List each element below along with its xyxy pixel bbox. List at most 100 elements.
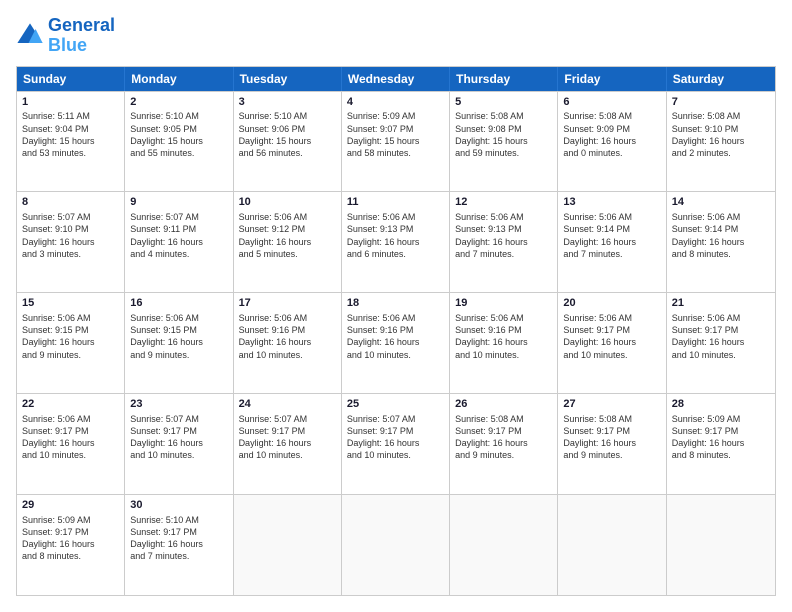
day-info-line: Sunset: 9:16 PM (239, 324, 336, 336)
day-info-line: Sunset: 9:11 PM (130, 223, 227, 235)
day-info-line: and 7 minutes. (563, 248, 660, 260)
day-info-line: and 8 minutes. (672, 248, 770, 260)
day-info-line: and 10 minutes. (455, 349, 552, 361)
calendar-cell: 22Sunrise: 5:06 AMSunset: 9:17 PMDayligh… (17, 394, 125, 494)
day-info-line: Sunrise: 5:09 AM (672, 413, 770, 425)
calendar-week-row: 8Sunrise: 5:07 AMSunset: 9:10 PMDaylight… (17, 191, 775, 292)
day-info-line: Sunset: 9:15 PM (22, 324, 119, 336)
calendar-header-cell: Saturday (667, 67, 775, 91)
day-info-line: Daylight: 16 hours (22, 236, 119, 248)
day-number: 1 (22, 95, 119, 110)
day-number: 22 (22, 397, 119, 412)
day-number: 10 (239, 195, 336, 210)
calendar-header-cell: Wednesday (342, 67, 450, 91)
day-info-line: and 6 minutes. (347, 248, 444, 260)
day-info-line: Daylight: 16 hours (130, 437, 227, 449)
day-info-line: Sunset: 9:13 PM (347, 223, 444, 235)
day-info-line: Daylight: 16 hours (347, 336, 444, 348)
day-info-line: Sunset: 9:17 PM (130, 425, 227, 437)
day-info-line: Daylight: 15 hours (455, 135, 552, 147)
calendar-cell (667, 495, 775, 595)
day-info-line: Sunrise: 5:08 AM (563, 110, 660, 122)
calendar-cell: 18Sunrise: 5:06 AMSunset: 9:16 PMDayligh… (342, 293, 450, 393)
day-info-line: Sunset: 9:10 PM (672, 123, 770, 135)
day-info-line: Sunset: 9:12 PM (239, 223, 336, 235)
logo-text: General Blue (48, 16, 115, 56)
day-info-line: Daylight: 16 hours (455, 236, 552, 248)
day-number: 8 (22, 195, 119, 210)
day-number: 24 (239, 397, 336, 412)
calendar-cell: 30Sunrise: 5:10 AMSunset: 9:17 PMDayligh… (125, 495, 233, 595)
day-number: 18 (347, 296, 444, 311)
day-info-line: Daylight: 16 hours (455, 437, 552, 449)
day-info-line: and 9 minutes. (455, 449, 552, 461)
day-info-line: Sunset: 9:06 PM (239, 123, 336, 135)
day-info-line: Sunset: 9:10 PM (22, 223, 119, 235)
day-info-line: Sunrise: 5:10 AM (130, 110, 227, 122)
day-number: 13 (563, 195, 660, 210)
day-info-line: Daylight: 15 hours (239, 135, 336, 147)
day-info-line: and 58 minutes. (347, 147, 444, 159)
calendar-cell (342, 495, 450, 595)
day-info-line: Sunset: 9:16 PM (347, 324, 444, 336)
day-number: 7 (672, 95, 770, 110)
calendar-cell: 7Sunrise: 5:08 AMSunset: 9:10 PMDaylight… (667, 92, 775, 192)
calendar-cell: 19Sunrise: 5:06 AMSunset: 9:16 PMDayligh… (450, 293, 558, 393)
calendar-cell: 15Sunrise: 5:06 AMSunset: 9:15 PMDayligh… (17, 293, 125, 393)
day-info-line: and 3 minutes. (22, 248, 119, 260)
day-number: 4 (347, 95, 444, 110)
day-info-line: and 8 minutes. (672, 449, 770, 461)
day-info-line: Sunset: 9:17 PM (672, 425, 770, 437)
calendar-cell: 24Sunrise: 5:07 AMSunset: 9:17 PMDayligh… (234, 394, 342, 494)
calendar-header-row: SundayMondayTuesdayWednesdayThursdayFrid… (17, 67, 775, 91)
day-info-line: Sunrise: 5:08 AM (455, 110, 552, 122)
day-info-line: and 5 minutes. (239, 248, 336, 260)
day-info-line: Daylight: 16 hours (130, 236, 227, 248)
logo-icon (16, 22, 44, 50)
calendar-cell: 28Sunrise: 5:09 AMSunset: 9:17 PMDayligh… (667, 394, 775, 494)
day-info-line: Sunset: 9:17 PM (455, 425, 552, 437)
calendar-header-cell: Friday (558, 67, 666, 91)
day-info-line: Daylight: 16 hours (347, 437, 444, 449)
day-info-line: Sunrise: 5:06 AM (563, 312, 660, 324)
calendar-header-cell: Sunday (17, 67, 125, 91)
day-info-line: and 10 minutes. (239, 449, 336, 461)
day-info-line: Daylight: 16 hours (672, 135, 770, 147)
day-info-line: Daylight: 16 hours (130, 336, 227, 348)
day-info-line: Sunset: 9:15 PM (130, 324, 227, 336)
day-info-line: Sunrise: 5:06 AM (239, 312, 336, 324)
day-info-line: Daylight: 16 hours (672, 437, 770, 449)
day-info-line: and 55 minutes. (130, 147, 227, 159)
day-info-line: Daylight: 16 hours (455, 336, 552, 348)
day-info-line: Sunrise: 5:06 AM (22, 413, 119, 425)
calendar-cell: 5Sunrise: 5:08 AMSunset: 9:08 PMDaylight… (450, 92, 558, 192)
calendar-cell: 12Sunrise: 5:06 AMSunset: 9:13 PMDayligh… (450, 192, 558, 292)
day-info-line: Sunrise: 5:07 AM (130, 413, 227, 425)
day-info-line: and 8 minutes. (22, 550, 119, 562)
day-info-line: Sunrise: 5:06 AM (130, 312, 227, 324)
day-info-line: and 4 minutes. (130, 248, 227, 260)
day-number: 23 (130, 397, 227, 412)
day-number: 25 (347, 397, 444, 412)
day-info-line: Sunset: 9:05 PM (130, 123, 227, 135)
calendar-cell: 21Sunrise: 5:06 AMSunset: 9:17 PMDayligh… (667, 293, 775, 393)
day-info-line: and 10 minutes. (22, 449, 119, 461)
calendar-header-cell: Thursday (450, 67, 558, 91)
day-info-line: Daylight: 15 hours (22, 135, 119, 147)
day-info-line: Sunrise: 5:08 AM (563, 413, 660, 425)
calendar-cell: 8Sunrise: 5:07 AMSunset: 9:10 PMDaylight… (17, 192, 125, 292)
calendar-header-cell: Tuesday (234, 67, 342, 91)
day-number: 14 (672, 195, 770, 210)
day-info-line: Sunset: 9:08 PM (455, 123, 552, 135)
day-info-line: Sunrise: 5:06 AM (239, 211, 336, 223)
calendar-cell: 11Sunrise: 5:06 AMSunset: 9:13 PMDayligh… (342, 192, 450, 292)
day-info-line: and 53 minutes. (22, 147, 119, 159)
day-info-line: and 10 minutes. (347, 449, 444, 461)
day-info-line: Sunrise: 5:06 AM (455, 211, 552, 223)
calendar: SundayMondayTuesdayWednesdayThursdayFrid… (16, 66, 776, 596)
day-number: 17 (239, 296, 336, 311)
day-number: 26 (455, 397, 552, 412)
day-info-line: Daylight: 16 hours (563, 236, 660, 248)
day-info-line: Daylight: 16 hours (22, 538, 119, 550)
calendar-cell: 4Sunrise: 5:09 AMSunset: 9:07 PMDaylight… (342, 92, 450, 192)
